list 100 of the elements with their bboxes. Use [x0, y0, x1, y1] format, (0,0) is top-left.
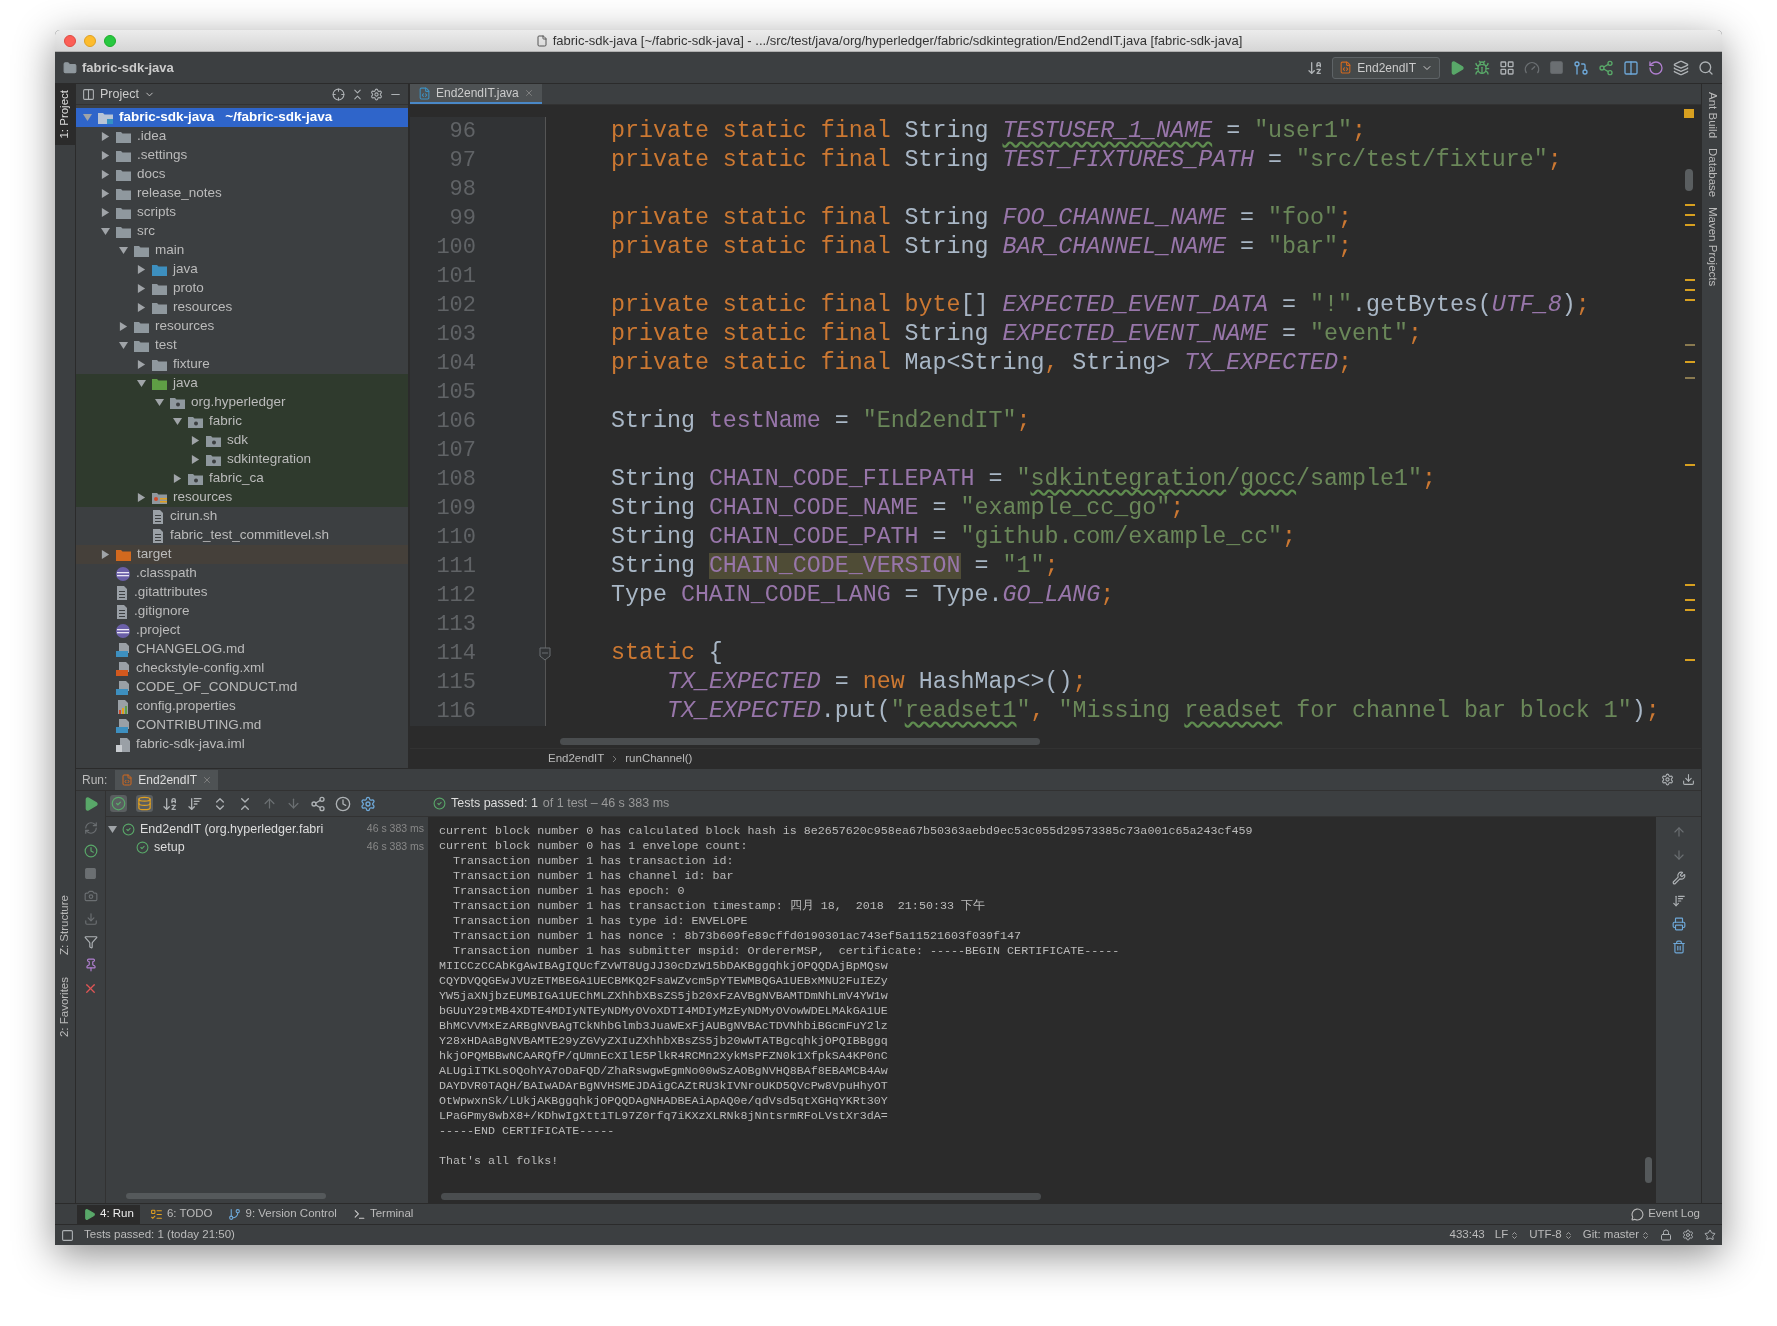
settings-icon[interactable]	[1661, 773, 1674, 786]
nav-bar-item[interactable]: fabric-sdk-java	[63, 57, 174, 78]
expand-arrow-icon[interactable]	[100, 151, 110, 160]
tool-window-button[interactable]: 6: TODO	[143, 1204, 219, 1224]
project-view-dropdown[interactable]: Project	[82, 84, 155, 104]
editor-tab[interactable]: End2endIT.java	[410, 84, 542, 104]
expand-arrow-icon[interactable]	[100, 189, 110, 198]
revert-icon[interactable]	[1648, 59, 1664, 76]
tree-item[interactable]: .project	[76, 621, 408, 640]
tool-window-button[interactable]: 4: Run	[77, 1204, 140, 1224]
collapse-arrow-icon[interactable]	[136, 379, 146, 388]
tree-item[interactable]: test	[76, 336, 408, 355]
tree-item[interactable]: cirun.sh	[76, 507, 408, 526]
tree-item[interactable]: checkstyle-config.xml	[76, 659, 408, 678]
vertical-scrollbar[interactable]	[1645, 1157, 1652, 1183]
compare-icon[interactable]	[1623, 59, 1639, 76]
tree-item[interactable]: .gitignore	[76, 602, 408, 621]
tree-item[interactable]: java	[76, 374, 408, 393]
tree-item[interactable]: fixture	[76, 355, 408, 374]
horizontal-scrollbar[interactable]	[560, 738, 1040, 745]
tree-item[interactable]: sdk	[76, 431, 408, 450]
tree-item[interactable]: resources	[76, 298, 408, 317]
tree-item[interactable]: .idea	[76, 127, 408, 146]
tool-window-tab[interactable]: 1: Project	[55, 84, 75, 145]
tool-window-tab[interactable]: Z: Structure	[55, 888, 75, 961]
close-window-button[interactable]	[64, 34, 76, 47]
tree-item[interactable]: .classpath	[76, 564, 408, 583]
sort-alphabetically-icon[interactable]	[162, 795, 178, 812]
tree-item[interactable]: fabric_ca	[76, 469, 408, 488]
zoom-window-button[interactable]	[104, 34, 116, 47]
locate-icon[interactable]	[332, 87, 345, 101]
tree-item[interactable]: src	[76, 222, 408, 241]
tool-window-tab[interactable]: Database	[1699, 148, 1722, 198]
tree-item[interactable]: org.hyperledger	[76, 393, 408, 412]
fold-icon[interactable]	[539, 646, 551, 661]
expand-arrow-icon[interactable]	[100, 208, 110, 217]
tree-item[interactable]: resources	[76, 488, 408, 507]
breadcrumb[interactable]: runChannel()	[625, 749, 693, 768]
export-icon[interactable]	[310, 795, 326, 812]
expand-arrow-icon[interactable]	[136, 303, 146, 312]
collapse-arrow-icon[interactable]	[108, 824, 117, 834]
update-project-icon[interactable]	[1573, 59, 1589, 76]
horizontal-scrollbar[interactable]	[441, 1193, 1041, 1200]
collapse-arrow-icon[interactable]	[118, 341, 128, 350]
close-icon[interactable]	[83, 981, 98, 996]
expand-arrow-icon[interactable]	[136, 284, 146, 293]
caret-position[interactable]: 433:43	[1449, 1226, 1485, 1244]
coverage-icon[interactable]	[1499, 59, 1515, 76]
tree-item[interactable]: resources	[76, 317, 408, 336]
expand-arrow-icon[interactable]	[100, 132, 110, 141]
expand-arrow-icon[interactable]	[136, 493, 146, 502]
tree-item[interactable]: .gitattributes	[76, 583, 408, 602]
show-passed-icon[interactable]	[110, 795, 127, 812]
tree-item[interactable]: CONTRIBUTING.md	[76, 716, 408, 735]
tree-item[interactable]: fabric	[76, 412, 408, 431]
expand-arrow-icon[interactable]	[100, 550, 110, 559]
tree-item[interactable]: scripts	[76, 203, 408, 222]
collapse-arrow-icon[interactable]	[172, 417, 182, 426]
tree-item[interactable]: fabric-sdk-java.iml	[76, 735, 408, 754]
status-widget[interactable]: UTF-8	[1529, 1226, 1573, 1244]
tree-item[interactable]: proto	[76, 279, 408, 298]
status-widget[interactable]: Git: master	[1582, 1226, 1650, 1244]
tool-window-button[interactable]: Terminal	[346, 1204, 420, 1224]
lock-icon[interactable]	[1660, 1229, 1672, 1241]
status-widget[interactable]: LF	[1494, 1226, 1520, 1244]
tree-item[interactable]: fabric-sdk-java ~/fabric-sdk-java	[76, 108, 408, 127]
tool-window-tab[interactable]: 2: Favorites	[55, 970, 75, 1043]
test-node[interactable]: setup 46 s 383 ms	[106, 838, 428, 856]
collapse-arrow-icon[interactable]	[118, 246, 128, 255]
settings-icon[interactable]	[360, 795, 376, 812]
collapse-arrow-icon[interactable]	[100, 227, 110, 236]
tool-window-button[interactable]: 9: Version Control	[222, 1204, 343, 1224]
search-icon[interactable]	[1698, 59, 1714, 76]
run-configuration-dropdown[interactable]: End2endIT	[1332, 56, 1440, 79]
tree-item[interactable]: release_notes	[76, 184, 408, 203]
filter-icon[interactable]	[83, 935, 98, 949]
tree-item[interactable]: docs	[76, 165, 408, 184]
tree-item[interactable]: java	[76, 260, 408, 279]
tree-item[interactable]: fabric_test_commitlevel.sh	[76, 526, 408, 545]
tree-item[interactable]: sdkintegration	[76, 450, 408, 469]
test-node[interactable]: End2endIT (org.hyperledger.fabri 46 s 383 ms	[106, 820, 428, 838]
tree-item[interactable]: CODE_OF_CONDUCT.md	[76, 678, 408, 697]
expand-arrow-icon[interactable]	[136, 265, 146, 274]
settings-icon[interactable]	[370, 87, 383, 101]
run-tab[interactable]: End2endIT	[115, 769, 219, 790]
breadcrumb[interactable]: End2endIT	[548, 749, 605, 768]
settings-icon[interactable]	[1682, 1229, 1694, 1241]
expand-arrow-icon[interactable]	[190, 455, 200, 464]
history-icon[interactable]	[335, 795, 351, 812]
print-icon[interactable]	[1671, 917, 1686, 931]
tree-item[interactable]: main	[76, 241, 408, 260]
tool-window-tab[interactable]: Maven Projects	[1699, 207, 1722, 287]
expand-arrow-icon[interactable]	[190, 436, 200, 445]
tree-item[interactable]: target	[76, 545, 408, 564]
collapse-arrow-icon[interactable]	[154, 398, 164, 407]
clear-icon[interactable]	[1671, 940, 1686, 954]
expand-arrow-icon[interactable]	[100, 170, 110, 179]
expand-arrow-icon[interactable]	[118, 322, 128, 331]
collapse-all-icon[interactable]	[351, 87, 364, 101]
event-log-button[interactable]: Event Log	[1631, 1205, 1700, 1223]
